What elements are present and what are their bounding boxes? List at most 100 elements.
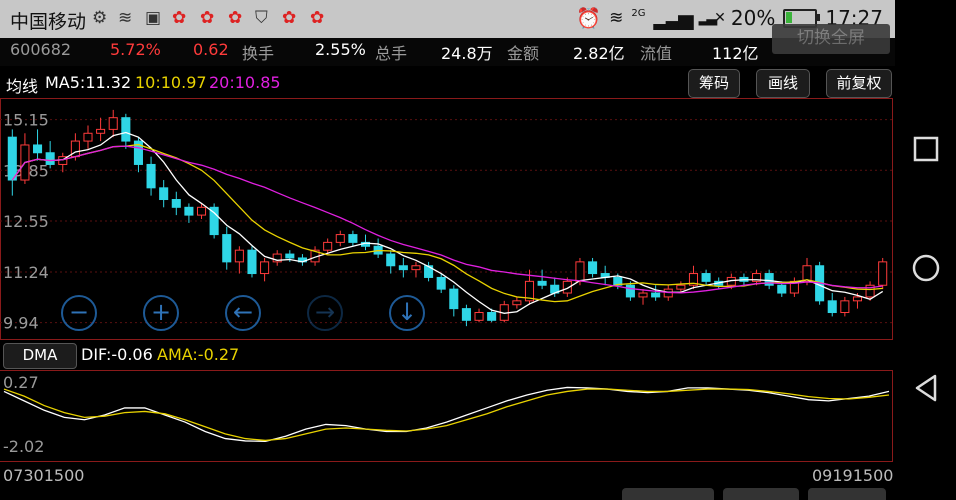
- candle-body: [777, 284, 787, 294]
- amount-label: 金额: [507, 44, 540, 63]
- price-tick-label: 11.24: [3, 263, 49, 282]
- candle-body: [7, 136, 17, 181]
- back-button[interactable]: [910, 372, 942, 404]
- ma20-value: 20:10.85: [209, 73, 281, 92]
- huawei-app-icon: ✿: [228, 8, 243, 28]
- change-percent: 5.72%: [110, 40, 161, 59]
- candle-body: [260, 261, 270, 275]
- price-tick-label: 9.94: [3, 314, 39, 333]
- candle-body: [335, 234, 345, 243]
- chips-button[interactable]: 筹码: [688, 69, 740, 98]
- candle-body: [159, 187, 169, 201]
- candle-body: [461, 308, 471, 321]
- bottom-tab[interactable]: [622, 488, 714, 500]
- candle-body: [196, 206, 207, 216]
- candle-body: [96, 128, 106, 134]
- ma10-value: 10:10.97: [135, 73, 207, 92]
- candle-body: [449, 288, 459, 310]
- ma20-line: [11, 145, 883, 294]
- candle-body: [411, 265, 421, 271]
- candlestick-chart[interactable]: 15.1513.8512.5511.249.94: [0, 98, 895, 340]
- dma-tick-label: 0.27: [3, 373, 39, 392]
- float-label: 流值: [640, 44, 673, 63]
- dif-line: [3, 386, 890, 443]
- candle-body: [651, 292, 661, 298]
- signal-icon: ▂▃▅: [653, 6, 693, 30]
- price-tick-label: 12.55: [3, 212, 49, 231]
- end-date: 09191500: [812, 466, 894, 485]
- candle-body: [398, 265, 408, 271]
- stock-code: 600682: [10, 40, 72, 59]
- home-button[interactable]: [910, 252, 942, 284]
- candle-body: [802, 265, 812, 282]
- candle-body: [45, 152, 55, 165]
- dma-tick-label: -2.02: [3, 437, 44, 456]
- scroll-down-button[interactable]: ↓: [389, 295, 425, 331]
- dma-legend-bar: DMA DIF:-0.06 AMA:-0.27: [0, 340, 895, 370]
- wifi-icon: ≋: [609, 8, 624, 28]
- carrier-name: 中国移动: [10, 11, 87, 33]
- fullscreen-button[interactable]: 切换全屏: [772, 24, 890, 54]
- zoom-in-button[interactable]: +: [143, 295, 179, 331]
- huawei-app-icon: ✿: [172, 8, 187, 28]
- indicator-select-button[interactable]: DMA: [3, 343, 77, 369]
- forward-adjust-button[interactable]: 前复权: [826, 69, 892, 98]
- alarm-icon: ⏰: [576, 6, 602, 30]
- candle-body: [323, 241, 333, 251]
- scroll-left-button[interactable]: ←: [225, 295, 261, 331]
- candle-body: [575, 261, 585, 282]
- candle-body: [83, 132, 93, 142]
- chart-frame: [0, 98, 893, 340]
- candle-body: [285, 253, 295, 259]
- start-date: 07301500: [3, 466, 85, 485]
- stock-info-bar: 600682 5.72% 0.62 换手 2.55% 总手 24.8万 金额 2…: [0, 38, 895, 66]
- candle-body: [512, 300, 522, 306]
- candle-body: [474, 312, 484, 321]
- dma-chart[interactable]: 0.27 -2.02: [0, 370, 895, 462]
- zoom-out-button[interactable]: −: [61, 295, 97, 331]
- network-type: 2G: [631, 7, 646, 19]
- wifi-icon: ≋: [118, 8, 133, 28]
- candle-body: [588, 261, 598, 275]
- huawei-app-icon: ✿: [310, 8, 325, 28]
- huawei-app-icon: ✿: [200, 8, 215, 28]
- candle-body: [108, 117, 118, 130]
- draw-line-button[interactable]: 画线: [756, 69, 810, 98]
- huawei-app-icon: ✿: [282, 8, 297, 28]
- turnover-label: 换手: [242, 44, 275, 63]
- shield-icon: ⛉: [255, 8, 268, 28]
- candle-body: [234, 249, 244, 263]
- volume-label: 总手: [375, 44, 408, 63]
- candle-body: [701, 273, 711, 282]
- scroll-right-button[interactable]: →: [307, 295, 343, 331]
- candle-body: [171, 199, 181, 208]
- turnover-value: 2.55%: [315, 40, 366, 59]
- amount-value: 2.82亿: [573, 44, 625, 63]
- candle-body: [247, 249, 257, 275]
- recent-apps-button[interactable]: [910, 133, 942, 165]
- price-tick-label: 15.15: [3, 111, 49, 130]
- volume-value: 24.8万: [441, 44, 493, 63]
- dif-value: DIF:-0.06: [81, 345, 153, 364]
- candle-body: [537, 280, 547, 286]
- back-triangle-icon: [915, 374, 937, 402]
- image-icon: ▣: [145, 8, 162, 28]
- change-amount: 0.62: [193, 40, 229, 59]
- ama-value: AMA:-0.27: [157, 345, 240, 364]
- candle-body: [436, 276, 446, 290]
- candle-body: [386, 253, 396, 267]
- candle-body: [222, 234, 232, 263]
- candle-body: [32, 144, 43, 154]
- bottom-tab[interactable]: [723, 488, 799, 500]
- battery-percent: 20%: [730, 6, 776, 30]
- candle-body: [625, 284, 635, 298]
- square-icon: [913, 136, 939, 162]
- candle-body: [878, 261, 888, 286]
- ama-line: [3, 388, 890, 442]
- candle-body: [638, 292, 648, 298]
- candle-body: [676, 284, 686, 290]
- ma5-value: MA5:11.32: [45, 73, 132, 92]
- candle-body: [184, 206, 194, 216]
- candle-body: [146, 163, 156, 189]
- bottom-tab[interactable]: [808, 488, 886, 500]
